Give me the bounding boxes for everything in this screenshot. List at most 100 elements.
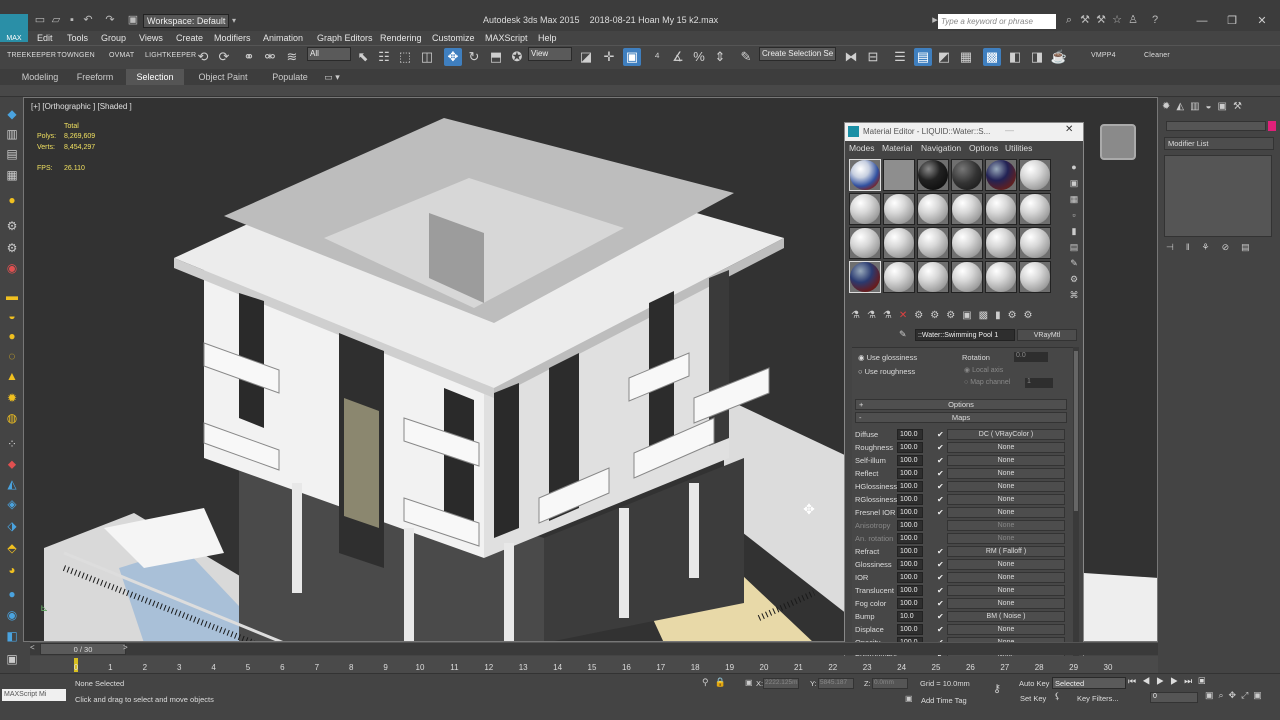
scatter-icon[interactable]: ⬘ [4,540,20,556]
hierarchy-icon[interactable]: ▤ [4,146,20,162]
search-input[interactable]: Type a keyword or phrase [938,14,1056,29]
map-slot-button[interactable]: DC ( VRayColor ) [947,429,1065,440]
create-panel-icon[interactable]: ◆ [4,106,20,122]
map-amount-input[interactable]: 100.0 [897,546,923,557]
map-slot-button[interactable]: None [947,559,1065,570]
sample-slot[interactable] [849,227,881,259]
menu-customize[interactable]: Customize [432,31,475,45]
snaps-toggle-icon[interactable]: ⁴ [648,48,666,66]
material-editor-title-bar[interactable]: Material Editor - LIQUID::Water::S... [845,123,1083,141]
material-name-field[interactable]: ::Water::Swimming Pool 1 [915,329,1015,341]
angle-snap-icon[interactable]: ∡ [669,48,687,66]
material-type-button[interactable]: VRayMtl [1017,329,1077,341]
render-icon[interactable]: ◉ [4,260,20,276]
pivot-center-icon[interactable]: ◪ [577,48,595,66]
map-slot-button[interactable]: None [947,468,1065,479]
align-icon[interactable]: ⊟ [864,48,882,66]
ovmat-button[interactable]: OVMAT [109,52,134,59]
map-enable-checkbox[interactable]: ✔ [937,508,946,517]
sample-slot[interactable] [849,159,881,191]
named-selection-dropdown[interactable]: Create Selection Se [759,47,836,61]
map-channel-input[interactable]: 1 [1025,378,1053,388]
sample-slot[interactable] [951,159,983,191]
sample-slot[interactable] [883,159,915,191]
key-filters-button[interactable]: Key Filters... [1077,694,1119,703]
map-enable-checkbox[interactable]: ✔ [937,560,946,569]
sample-slot[interactable] [985,227,1017,259]
rendered-frame-window-icon[interactable]: ◨ [1028,48,1046,66]
tab-freeform[interactable]: Freeform [72,69,118,85]
select-and-move-icon[interactable]: ✥ [444,48,462,66]
pick-material-icon[interactable]: ✎ [899,329,909,341]
map-slot-button[interactable]: None [947,585,1065,596]
sample-slot[interactable] [1019,193,1051,225]
object-color-swatch[interactable] [1268,121,1276,131]
project-folder-icon[interactable]: ▣ [127,14,139,26]
x-coordinate-input[interactable]: 2222.125m [763,678,799,689]
menu-animation[interactable]: Animation [263,31,303,45]
z-coordinate-input[interactable]: 0.0mm [872,678,908,689]
map-amount-input[interactable]: 100.0 [897,572,923,583]
help-icon[interactable]: ? [1149,14,1161,26]
cleaner-button[interactable]: Cleaner [1144,52,1170,59]
options-rollout[interactable]: + Options [855,399,1067,410]
redo-icon[interactable]: ⟳ [215,48,233,66]
viewport-navigation-controls[interactable]: ▣⌕✥⤢▣ [1205,690,1279,704]
sample-slot[interactable] [849,193,881,225]
time-tag-icon[interactable]: ▣ [905,694,915,704]
key-filter-icon[interactable]: ⚸ [1054,691,1068,703]
spinner-snap-icon[interactable]: ⇕ [711,48,729,66]
torus-icon[interactable]: ◌ [4,348,20,364]
auto-key-button[interactable]: Auto Key [1019,679,1049,688]
layer-manager-icon[interactable]: ☰ [891,48,909,66]
map-amount-input[interactable]: 100.0 [897,520,923,531]
map-enable-checkbox[interactable]: ✔ [937,456,946,465]
new-file-icon[interactable]: ▭ [34,14,46,26]
open-file-icon[interactable]: ▱ [50,14,62,26]
map-slot-button[interactable]: None [947,520,1065,531]
sample-slot[interactable] [1019,261,1051,293]
command-panel-tab-icons[interactable]: ✹◭▥◒▣⚒ [1162,101,1272,115]
tab-modeling[interactable]: Modeling [10,69,70,85]
add-time-tag[interactable]: Add Time Tag [921,696,967,705]
next-frame-icon[interactable]: > [123,643,131,655]
map-amount-input[interactable]: 100.0 [897,585,923,596]
favorites-icon[interactable]: ☆ [1111,14,1123,26]
undo-icon[interactable]: ⟲ [194,48,212,66]
vmpp-button[interactable]: VMPP4 [1091,52,1116,59]
sample-slot[interactable] [917,261,949,293]
time-slider[interactable]: < 0 / 30 > [30,642,1158,655]
map-slot-button[interactable]: BM ( Noise ) [947,611,1065,622]
transform-mode-icon[interactable]: ▣ [745,678,755,688]
scene-states-icon[interactable]: ⚙ [4,240,20,256]
map-amount-input[interactable]: 100.0 [897,494,923,505]
modifier-stack[interactable] [1164,155,1272,237]
cone-icon[interactable]: ▲ [4,368,20,384]
sample-slot[interactable] [985,193,1017,225]
map-amount-input[interactable]: 100.0 [897,442,923,453]
map-amount-input[interactable]: 100.0 [897,468,923,479]
tab-populate[interactable]: Populate [264,69,316,85]
render-setup-icon[interactable]: ◧ [1006,48,1024,66]
map-amount-input[interactable]: 100.0 [897,429,923,440]
object-name-field[interactable] [1166,121,1266,131]
map-enable-checkbox[interactable]: ✔ [937,469,946,478]
map-slot-button[interactable]: None [947,533,1065,544]
select-object-icon[interactable]: ⬉ [354,48,372,66]
sample-slot-active[interactable] [849,261,881,293]
menu-views[interactable]: Views [139,31,163,45]
key-icon[interactable]: ⚷ [993,682,1011,696]
use-glossiness-radio[interactable]: ◉ Use glossiness [858,353,948,362]
prev-frame-icon[interactable]: < [30,643,38,655]
map-enable-checkbox[interactable]: ✔ [937,482,946,491]
map-slot-button[interactable]: None [947,572,1065,583]
utilities-icon[interactable]: ⚙ [4,218,20,234]
map-enable-checkbox[interactable]: ✔ [937,547,946,556]
local-axis-radio[interactable]: ◉ Local axis [964,366,1003,374]
viewport-label[interactable]: [+] [Orthographic ] [Shaded ] [31,102,132,111]
place-icon[interactable]: ✪ [508,48,526,66]
playback-controls[interactable]: ⏮◀▶▶⏭▣ [1128,676,1258,690]
sample-slot[interactable] [951,193,983,225]
stack-tools-icons[interactable]: ⊣‖⚘⊘▤ [1166,242,1274,254]
menu-graph-editors[interactable]: Graph Editors [317,31,373,45]
